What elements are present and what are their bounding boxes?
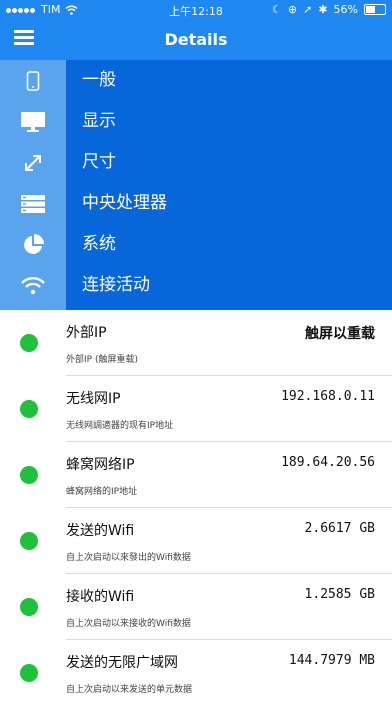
item-title: 接收的Wifi (66, 589, 135, 605)
resize-arrows-icon[interactable] (0, 142, 66, 183)
menu-item-display[interactable]: 显示 (82, 101, 116, 142)
item-description: 外部IP (触屏重载) (66, 355, 138, 365)
item-description: 蜂窝网络的IP地址 (66, 487, 138, 497)
list-item[interactable]: 蜂窝网络IP 189.64.20.56 蜂窝网络的IP地址 (0, 442, 392, 508)
item-value: 192.168.0.11 (281, 389, 375, 404)
list-item[interactable]: 发送的Wifi 2.6617 GB 自上次启动以來發出的Wifi数据 (0, 508, 392, 574)
phone-icon[interactable] (0, 60, 66, 101)
item-title: 发送的Wifi (66, 523, 135, 539)
item-title: 发送的无限广域网 (66, 655, 178, 671)
menu-icon-column (0, 60, 66, 310)
status-dot-icon (20, 334, 38, 352)
item-title: 外部IP (66, 325, 107, 341)
battery-percent: 56% (333, 3, 358, 16)
list-item[interactable]: 无线网IP 192.168.0.11 无线网調適器的现有IP地址 (0, 376, 392, 442)
item-title: 蜂窝网络IP (66, 457, 135, 473)
pie-chart-icon[interactable] (0, 224, 66, 265)
location-icon: ➚ (303, 3, 313, 16)
page-title: Details (164, 30, 228, 49)
item-description: 自上次启动以来接收的Wifi数据 (66, 619, 191, 629)
list-item[interactable]: 接收的Wifi 1.2585 GB 自上次启动以来接收的Wifi数据 (0, 574, 392, 640)
battery-icon (364, 4, 386, 15)
item-value: 2.6617 GB (304, 521, 375, 536)
bluetooth-icon: ✱ (318, 3, 328, 16)
item-description: 自上次启动以來發出的Wifi数据 (66, 553, 191, 563)
menu-item-cpu[interactable]: 中央处理器 (82, 183, 167, 224)
server-icon[interactable] (0, 183, 66, 224)
lock-rotation-icon: ⊕ (287, 3, 298, 16)
menu-item-general[interactable]: 一般 (82, 60, 116, 101)
item-value: 1.2585 GB (304, 587, 375, 602)
menu-item-size[interactable]: 尺寸 (82, 142, 116, 183)
item-description: 自上次启动以来发送的单元数据 (66, 685, 193, 695)
item-title: 无线网IP (66, 391, 121, 407)
status-bar: TIM 上午12:18 ☾ ⊕ ➚ ✱ 56% (0, 0, 392, 20)
status-dot-icon (20, 664, 38, 682)
item-value[interactable]: 触屏以重载 (305, 323, 375, 343)
monitor-icon[interactable] (0, 101, 66, 142)
list-item[interactable]: 外部IP 触屏以重载 外部IP (触屏重载) (0, 310, 392, 376)
menu-item-system[interactable]: 系统 (82, 224, 116, 265)
side-menu: 一般 显示 尺寸 中央处理器 系统 连接活动 (66, 60, 392, 310)
menu-item-network[interactable]: 连接活动 (82, 265, 150, 306)
moon-icon: ☾ (272, 3, 282, 16)
status-dot-icon (20, 598, 38, 616)
status-right: ☾ ⊕ ➚ ✱ 56% (272, 3, 386, 16)
status-dot-icon (20, 532, 38, 550)
status-dot-icon (20, 400, 38, 418)
list-item[interactable]: 发送的无限广域网 144.7979 MB 自上次启动以来发送的单元数据 (0, 640, 392, 706)
nav-bar: Details (0, 20, 392, 60)
item-value: 189.64.20.56 (281, 455, 375, 470)
status-dot-icon (20, 466, 38, 484)
item-value: 144.7979 MB (288, 653, 375, 668)
item-description: 无线网調適器的现有IP地址 (66, 421, 174, 431)
wifi-icon[interactable] (0, 265, 66, 306)
